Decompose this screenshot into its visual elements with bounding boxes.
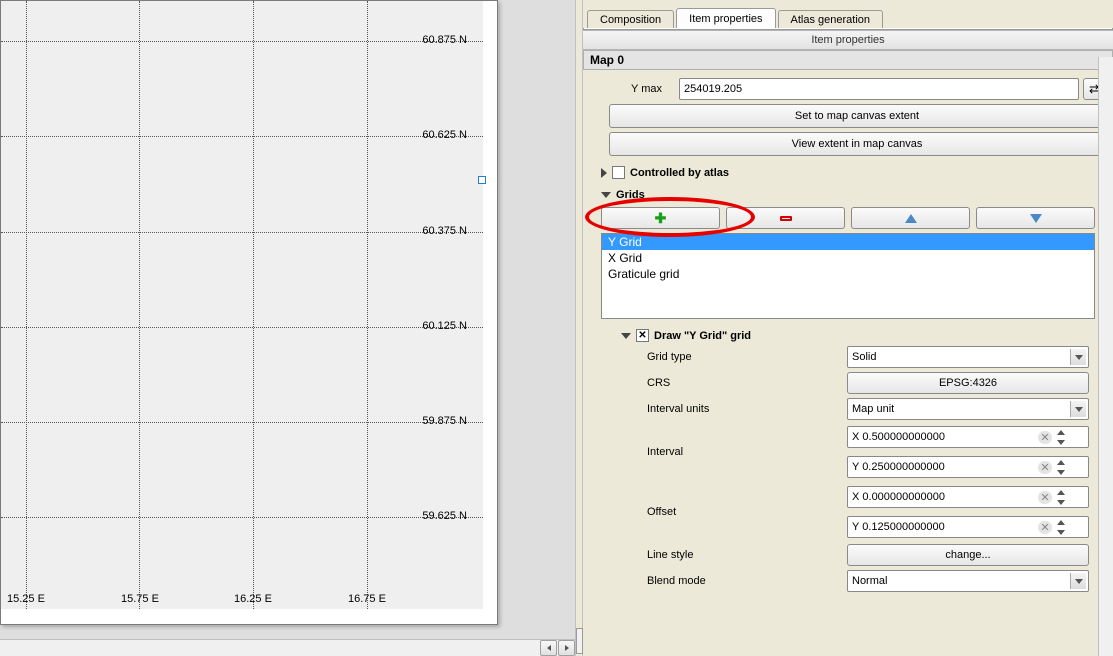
pane-splitter[interactable] [575, 0, 583, 656]
combo-value: Map unit [852, 403, 894, 415]
input-value: X 0.000000000000 [852, 491, 945, 503]
tab-label: Composition [600, 14, 661, 26]
button-label: View extent in map canvas [792, 138, 923, 150]
move-grid-down-button[interactable] [976, 207, 1095, 229]
tab-item-properties[interactable]: Item properties [676, 8, 775, 28]
grid-list-item[interactable]: X Grid [602, 250, 1094, 266]
grid-list-item[interactable]: Y Grid [602, 234, 1094, 250]
chevron-down-icon [1070, 349, 1086, 365]
lat-label: 59.625 N [422, 510, 467, 522]
spinner[interactable] [1054, 487, 1068, 507]
clear-icon[interactable]: ✕ [1038, 521, 1052, 534]
chevron-down-icon [1070, 401, 1086, 417]
controlled-by-atlas-checkbox[interactable] [612, 166, 625, 179]
splitter-handle[interactable] [576, 628, 583, 654]
ymax-value: 254019.205 [684, 83, 742, 95]
spinner[interactable] [1054, 517, 1068, 537]
offset-label: Offset [647, 506, 847, 518]
lat-label: 59.875 N [422, 415, 467, 427]
ymax-input[interactable]: 254019.205 [679, 78, 1079, 100]
lon-label: 16.25 E [234, 593, 272, 605]
spinner[interactable] [1054, 427, 1068, 447]
input-value: Y 0.125000000000 [852, 521, 945, 533]
clear-icon[interactable]: ✕ [1038, 491, 1052, 504]
grids-toolbar: ✚ [601, 207, 1095, 229]
minus-icon [780, 216, 792, 221]
interval-x-input[interactable]: X 0.500000000000 ✕ [847, 426, 1089, 448]
move-grid-up-button[interactable] [851, 207, 970, 229]
interval-label: Interval [647, 446, 847, 458]
tab-composition[interactable]: Composition [587, 10, 674, 29]
chevron-down-icon[interactable] [621, 333, 631, 339]
panel-vertical-scrollbar[interactable] [1098, 57, 1113, 656]
blend-mode-label: Blend mode [647, 575, 847, 587]
map-canvas-area: 60.875 N 60.625 N 60.375 N 60.125 N 59.8… [0, 0, 575, 656]
remove-grid-button[interactable] [726, 207, 845, 229]
panel-title: Item properties [583, 30, 1113, 50]
grid-type-label: Grid type [647, 351, 847, 363]
blend-mode-combo[interactable]: Normal [847, 570, 1089, 592]
input-value: X 0.500000000000 [852, 431, 945, 443]
chevron-down-icon[interactable] [601, 192, 611, 198]
canvas-horizontal-scrollbar[interactable] [0, 639, 575, 656]
selection-handle[interactable] [478, 176, 486, 184]
offset-y-input[interactable]: Y 0.125000000000 ✕ [847, 516, 1089, 538]
button-label: change... [945, 549, 990, 561]
line-style-label: Line style [647, 549, 847, 561]
line-style-change-button[interactable]: change... [847, 544, 1089, 566]
properties-panel: Composition Item properties Atlas genera… [583, 0, 1113, 656]
interval-y-input[interactable]: Y 0.250000000000 ✕ [847, 456, 1089, 478]
scroll-left-icon[interactable] [540, 640, 557, 656]
tab-label: Item properties [689, 13, 762, 25]
lon-label: 16.75 E [348, 593, 386, 605]
composer-page[interactable]: 60.875 N 60.625 N 60.375 N 60.125 N 59.8… [0, 0, 498, 625]
controlled-by-atlas-label: Controlled by atlas [630, 167, 729, 179]
ymax-label: Y max [631, 83, 679, 95]
combo-value: Solid [852, 351, 876, 363]
lat-label: 60.625 N [422, 129, 467, 141]
draw-grid-checkbox[interactable] [636, 329, 649, 342]
grids-list[interactable]: Y Grid X Grid Graticule grid [601, 233, 1095, 319]
set-to-map-canvas-extent-button[interactable]: Set to map canvas extent [609, 104, 1105, 128]
triangle-down-icon [1030, 214, 1042, 223]
map-item[interactable]: 60.875 N 60.625 N 60.375 N 60.125 N 59.8… [1, 1, 483, 609]
crs-button[interactable]: EPSG:4326 [847, 372, 1089, 394]
offset-x-input[interactable]: X 0.000000000000 ✕ [847, 486, 1089, 508]
lon-label: 15.25 E [7, 593, 45, 605]
spinner[interactable] [1054, 457, 1068, 477]
lon-label: 15.75 E [121, 593, 159, 605]
lat-label: 60.875 N [422, 34, 467, 46]
chevron-down-icon [1070, 573, 1086, 589]
plus-icon: ✚ [655, 210, 667, 227]
grid-list-item[interactable]: Graticule grid [602, 266, 1094, 282]
crs-label: CRS [647, 377, 847, 389]
grids-label: Grids [616, 189, 645, 201]
interval-units-label: Interval units [647, 403, 847, 415]
lat-label: 60.375 N [422, 225, 467, 237]
add-grid-button[interactable]: ✚ [601, 207, 720, 229]
clear-icon[interactable]: ✕ [1038, 461, 1052, 474]
grid-type-combo[interactable]: Solid [847, 346, 1089, 368]
input-value: Y 0.250000000000 [852, 461, 945, 473]
section-map0: Map 0 [583, 50, 1113, 70]
tab-label: Atlas generation [791, 14, 871, 26]
map-gridlines [1, 1, 483, 609]
combo-value: Normal [852, 575, 887, 587]
button-label: Set to map canvas extent [795, 110, 919, 122]
triangle-up-icon [905, 214, 917, 223]
button-label: EPSG:4326 [939, 377, 997, 389]
lat-label: 60.125 N [422, 320, 467, 332]
view-extent-in-map-canvas-button[interactable]: View extent in map canvas [609, 132, 1105, 156]
clear-icon[interactable]: ✕ [1038, 431, 1052, 444]
draw-grid-label: Draw "Y Grid" grid [654, 330, 751, 342]
interval-units-combo[interactable]: Map unit [847, 398, 1089, 420]
scroll-right-icon[interactable] [558, 640, 575, 656]
tab-atlas-generation[interactable]: Atlas generation [778, 10, 884, 29]
chevron-right-icon[interactable] [601, 168, 607, 178]
